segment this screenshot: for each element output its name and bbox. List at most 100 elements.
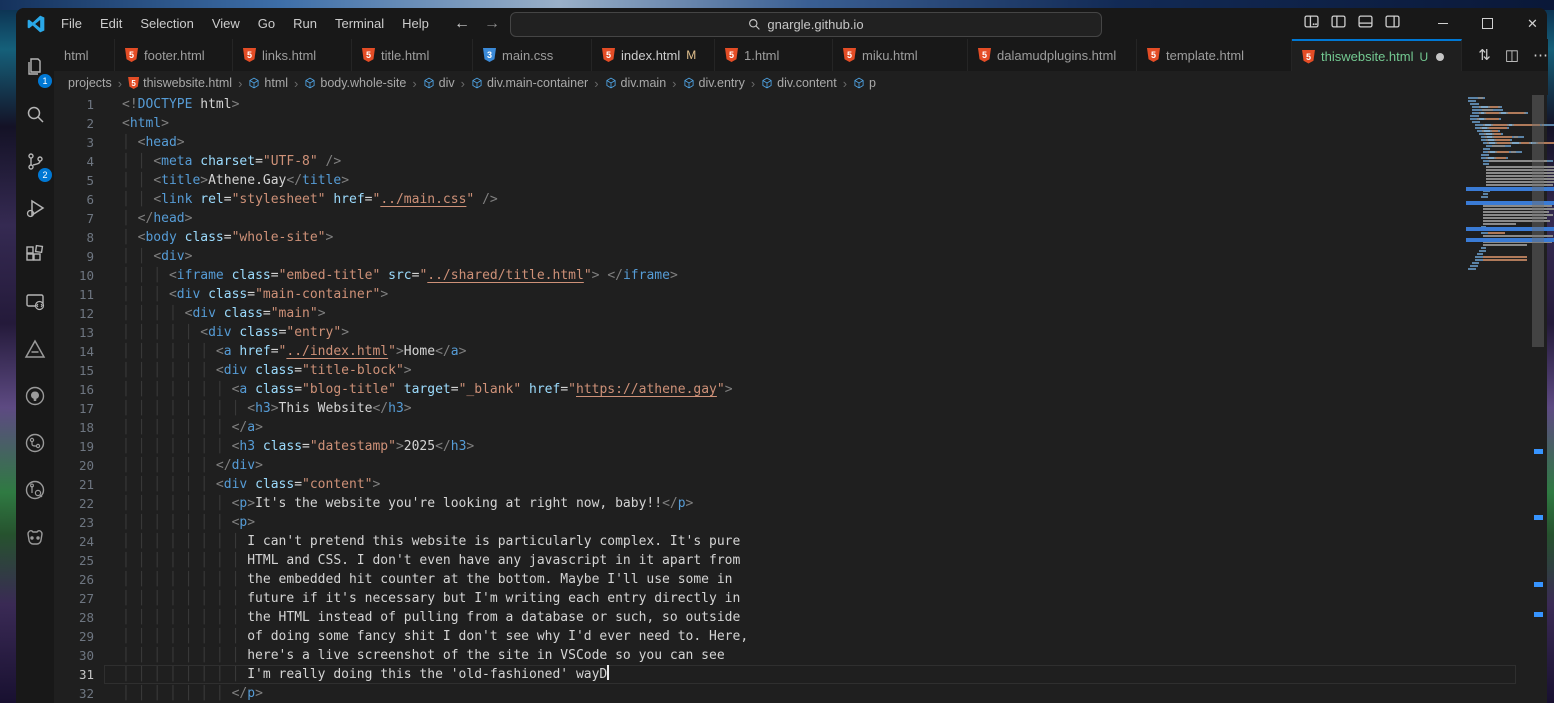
- activity-gitlens[interactable]: [16, 470, 54, 510]
- code-line-23[interactable]: │ │ │ │ │ │ │ <p>: [122, 513, 255, 532]
- line-number-32[interactable]: 32: [54, 684, 94, 703]
- breadcrumb-body.whole-site[interactable]: body.whole-site: [304, 76, 406, 90]
- tab-links.html[interactable]: 5links.html: [233, 39, 352, 71]
- activity-explorer[interactable]: 1: [16, 47, 54, 87]
- code-line-25[interactable]: │ │ │ │ │ │ │ │ HTML and CSS. I don't ev…: [122, 551, 740, 570]
- activity-source-control[interactable]: 2: [16, 141, 54, 181]
- tab-main.css[interactable]: 3main.css: [473, 39, 592, 71]
- code-editor[interactable]: 1<!DOCTYPE html>2<html>3│ <head>4│ │ <me…: [54, 95, 1532, 703]
- activity-godot-tools[interactable]: [16, 517, 54, 557]
- code-line-27[interactable]: │ │ │ │ │ │ │ │ future if it's necessary…: [122, 589, 740, 608]
- activity-a-logo[interactable]: [16, 329, 54, 369]
- activity-git-graph[interactable]: [16, 423, 54, 463]
- breadcrumb-div.main-container[interactable]: div.main-container: [471, 76, 588, 90]
- minimize-button[interactable]: [1420, 8, 1465, 39]
- toggle-primary-sidebar-icon[interactable]: [1331, 14, 1346, 34]
- split-editor-icon[interactable]: ◫: [1505, 46, 1519, 64]
- tab-dalamudplugins.html[interactable]: 5dalamudplugins.html: [968, 39, 1137, 71]
- close-button[interactable]: ✕: [1510, 8, 1554, 39]
- code-line-19[interactable]: │ │ │ │ │ │ │ <h3 class="datestamp">2025…: [122, 437, 474, 456]
- line-number-11[interactable]: 11: [54, 285, 94, 304]
- code-line-21[interactable]: │ │ │ │ │ │ <div class="content">: [122, 475, 380, 494]
- activity-extensions[interactable]: [16, 235, 54, 275]
- line-number-15[interactable]: 15: [54, 361, 94, 380]
- menu-file[interactable]: File: [52, 8, 91, 39]
- breadcrumb-div[interactable]: div: [423, 76, 455, 90]
- menu-selection[interactable]: Selection: [131, 8, 202, 39]
- menu-edit[interactable]: Edit: [91, 8, 131, 39]
- code-line-8[interactable]: │ <body class="whole-site">: [122, 228, 333, 247]
- menu-terminal[interactable]: Terminal: [326, 8, 393, 39]
- code-line-1[interactable]: <!DOCTYPE html>: [122, 95, 239, 114]
- code-line-31[interactable]: │ │ │ │ │ │ │ │ I'm really doing this th…: [122, 665, 609, 684]
- code-line-2[interactable]: <html>: [122, 114, 169, 133]
- code-line-5[interactable]: │ │ <title>Athene.Gay</title>: [122, 171, 349, 190]
- line-number-1[interactable]: 1: [54, 95, 94, 114]
- breadcrumb-thiswebsite.html[interactable]: 5thiswebsite.html: [128, 76, 232, 90]
- breadcrumb-html[interactable]: html: [248, 76, 288, 90]
- line-number-13[interactable]: 13: [54, 323, 94, 342]
- code-line-30[interactable]: │ │ │ │ │ │ │ │ here's a live screenshot…: [122, 646, 725, 665]
- dirty-indicator[interactable]: [1436, 53, 1444, 61]
- tab-template.html[interactable]: 5template.html: [1137, 39, 1292, 71]
- vertical-scrollbar[interactable]: [1531, 95, 1545, 703]
- menu-help[interactable]: Help: [393, 8, 438, 39]
- activity-github[interactable]: [16, 376, 54, 416]
- line-number-8[interactable]: 8: [54, 228, 94, 247]
- line-number-17[interactable]: 17: [54, 399, 94, 418]
- line-number-6[interactable]: 6: [54, 190, 94, 209]
- line-number-10[interactable]: 10: [54, 266, 94, 285]
- breadcrumb-div.content[interactable]: div.content: [761, 76, 837, 90]
- maximize-button[interactable]: [1465, 8, 1510, 39]
- line-number-21[interactable]: 21: [54, 475, 94, 494]
- tab-1.html[interactable]: 51.html: [715, 39, 833, 71]
- tab-thiswebsite.html[interactable]: 5thiswebsite.htmlU: [1292, 39, 1462, 72]
- line-number-5[interactable]: 5: [54, 171, 94, 190]
- line-number-23[interactable]: 23: [54, 513, 94, 532]
- tab-miku.html[interactable]: 5miku.html: [833, 39, 968, 71]
- line-number-29[interactable]: 29: [54, 627, 94, 646]
- code-line-15[interactable]: │ │ │ │ │ │ <div class="title-block">: [122, 361, 412, 380]
- breadcrumb-projects[interactable]: projects: [68, 76, 112, 90]
- code-line-4[interactable]: │ │ <meta charset="UTF-8" />: [122, 152, 341, 171]
- activity-search[interactable]: [16, 94, 54, 134]
- nav-forward-icon[interactable]: →: [484, 15, 500, 33]
- activity-run-debug[interactable]: [16, 188, 54, 228]
- line-number-24[interactable]: 24: [54, 532, 94, 551]
- line-number-30[interactable]: 30: [54, 646, 94, 665]
- customize-layout-icon[interactable]: [1304, 14, 1319, 34]
- line-number-12[interactable]: 12: [54, 304, 94, 323]
- line-number-16[interactable]: 16: [54, 380, 94, 399]
- code-line-13[interactable]: │ │ │ │ │ <div class="entry">: [122, 323, 349, 342]
- line-number-3[interactable]: 3: [54, 133, 94, 152]
- line-number-20[interactable]: 20: [54, 456, 94, 475]
- code-line-16[interactable]: │ │ │ │ │ │ │ <a class="blog-title" targ…: [122, 380, 733, 399]
- line-number-2[interactable]: 2: [54, 114, 94, 133]
- tab-html[interactable]: html: [54, 39, 115, 71]
- line-number-25[interactable]: 25: [54, 551, 94, 570]
- code-line-11[interactable]: │ │ │ <div class="main-container">: [122, 285, 388, 304]
- line-number-27[interactable]: 27: [54, 589, 94, 608]
- toggle-panel-icon[interactable]: [1358, 14, 1373, 34]
- breadcrumb-p[interactable]: p: [853, 76, 876, 90]
- tab-index.html[interactable]: 5index.htmlM: [592, 39, 715, 71]
- line-number-9[interactable]: 9: [54, 247, 94, 266]
- code-line-14[interactable]: │ │ │ │ │ │ <a href="../index.html">Home…: [122, 342, 466, 361]
- open-changes-icon[interactable]: ⇅: [1478, 46, 1491, 64]
- menu-go[interactable]: Go: [249, 8, 284, 39]
- line-number-4[interactable]: 4: [54, 152, 94, 171]
- code-line-7[interactable]: │ </head>: [122, 209, 192, 228]
- code-line-12[interactable]: │ │ │ │ <div class="main">: [122, 304, 326, 323]
- code-line-10[interactable]: │ │ │ <iframe class="embed-title" src=".…: [122, 266, 678, 285]
- activity-remote-explorer[interactable]: [16, 282, 54, 322]
- code-line-22[interactable]: │ │ │ │ │ │ │ <p>It's the website you're…: [122, 494, 693, 513]
- breadcrumb-div.entry[interactable]: div.entry: [683, 76, 745, 90]
- code-line-28[interactable]: │ │ │ │ │ │ │ │ the HTML instead of pull…: [122, 608, 740, 627]
- line-number-31[interactable]: 31: [54, 665, 94, 684]
- tab-title.html[interactable]: 5title.html: [352, 39, 473, 71]
- code-line-17[interactable]: │ │ │ │ │ │ │ │ <h3>This Website</h3>: [122, 399, 412, 418]
- tab-footer.html[interactable]: 5footer.html: [115, 39, 233, 71]
- line-number-22[interactable]: 22: [54, 494, 94, 513]
- line-number-26[interactable]: 26: [54, 570, 94, 589]
- code-line-6[interactable]: │ │ <link rel="stylesheet" href="../main…: [122, 190, 498, 209]
